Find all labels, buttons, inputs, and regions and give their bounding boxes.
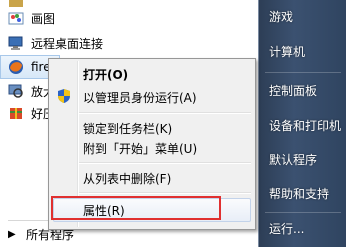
remote-desktop-icon <box>8 36 23 50</box>
triangle-right-icon: ▶ <box>8 229 16 240</box>
program-item-haozip[interactable]: 好压 <box>0 101 55 125</box>
haozip-icon <box>10 108 22 119</box>
right-item-default-programs[interactable]: 默认程序 <box>269 151 317 168</box>
context-menu-separator <box>79 192 251 194</box>
firefox-icon <box>9 60 23 74</box>
uac-shield-icon <box>58 89 70 103</box>
right-item-games[interactable]: 游戏 <box>269 8 293 25</box>
program-item-magnifier[interactable]: 放大 <box>0 79 55 103</box>
start-menu-right-pane: 游戏 计算机 控制面板 设备和打印机 默认程序 帮助和支持 运行... <box>258 0 346 247</box>
context-menu-pin-taskbar[interactable]: 锁定到任务栏(K) <box>83 120 172 137</box>
annotation-highlight-box <box>51 196 221 220</box>
right-item-devices-printers[interactable]: 设备和打印机 <box>269 117 341 134</box>
right-pane-divider <box>265 72 341 73</box>
magnifier-icon <box>8 84 23 98</box>
right-item-computer[interactable]: 计算机 <box>269 43 305 60</box>
right-item-control-panel[interactable]: 控制面板 <box>269 82 317 99</box>
program-item-remote-desktop[interactable]: 远程桌面连接 <box>0 31 258 55</box>
program-item-paint[interactable]: 画图 <box>0 6 258 30</box>
right-pane-divider <box>265 212 341 213</box>
right-item-help-support[interactable]: 帮助和支持 <box>269 185 329 202</box>
right-item-run[interactable]: 运行... <box>269 220 304 237</box>
program-label: 远程桌面连接 <box>31 36 104 51</box>
context-menu-pin-start[interactable]: 附到「开始」菜单(U) <box>83 140 197 157</box>
context-menu-run-as-admin[interactable]: 以管理员身份运行(A) <box>83 89 197 106</box>
context-menu-separator <box>79 162 251 164</box>
program-label: 画图 <box>31 11 56 26</box>
context-menu-open[interactable]: 打开(O) <box>83 66 128 83</box>
context-menu-remove-from-list[interactable]: 从列表中删除(F) <box>83 170 171 187</box>
paint-icon <box>8 12 24 25</box>
context-menu-separator <box>79 112 251 114</box>
